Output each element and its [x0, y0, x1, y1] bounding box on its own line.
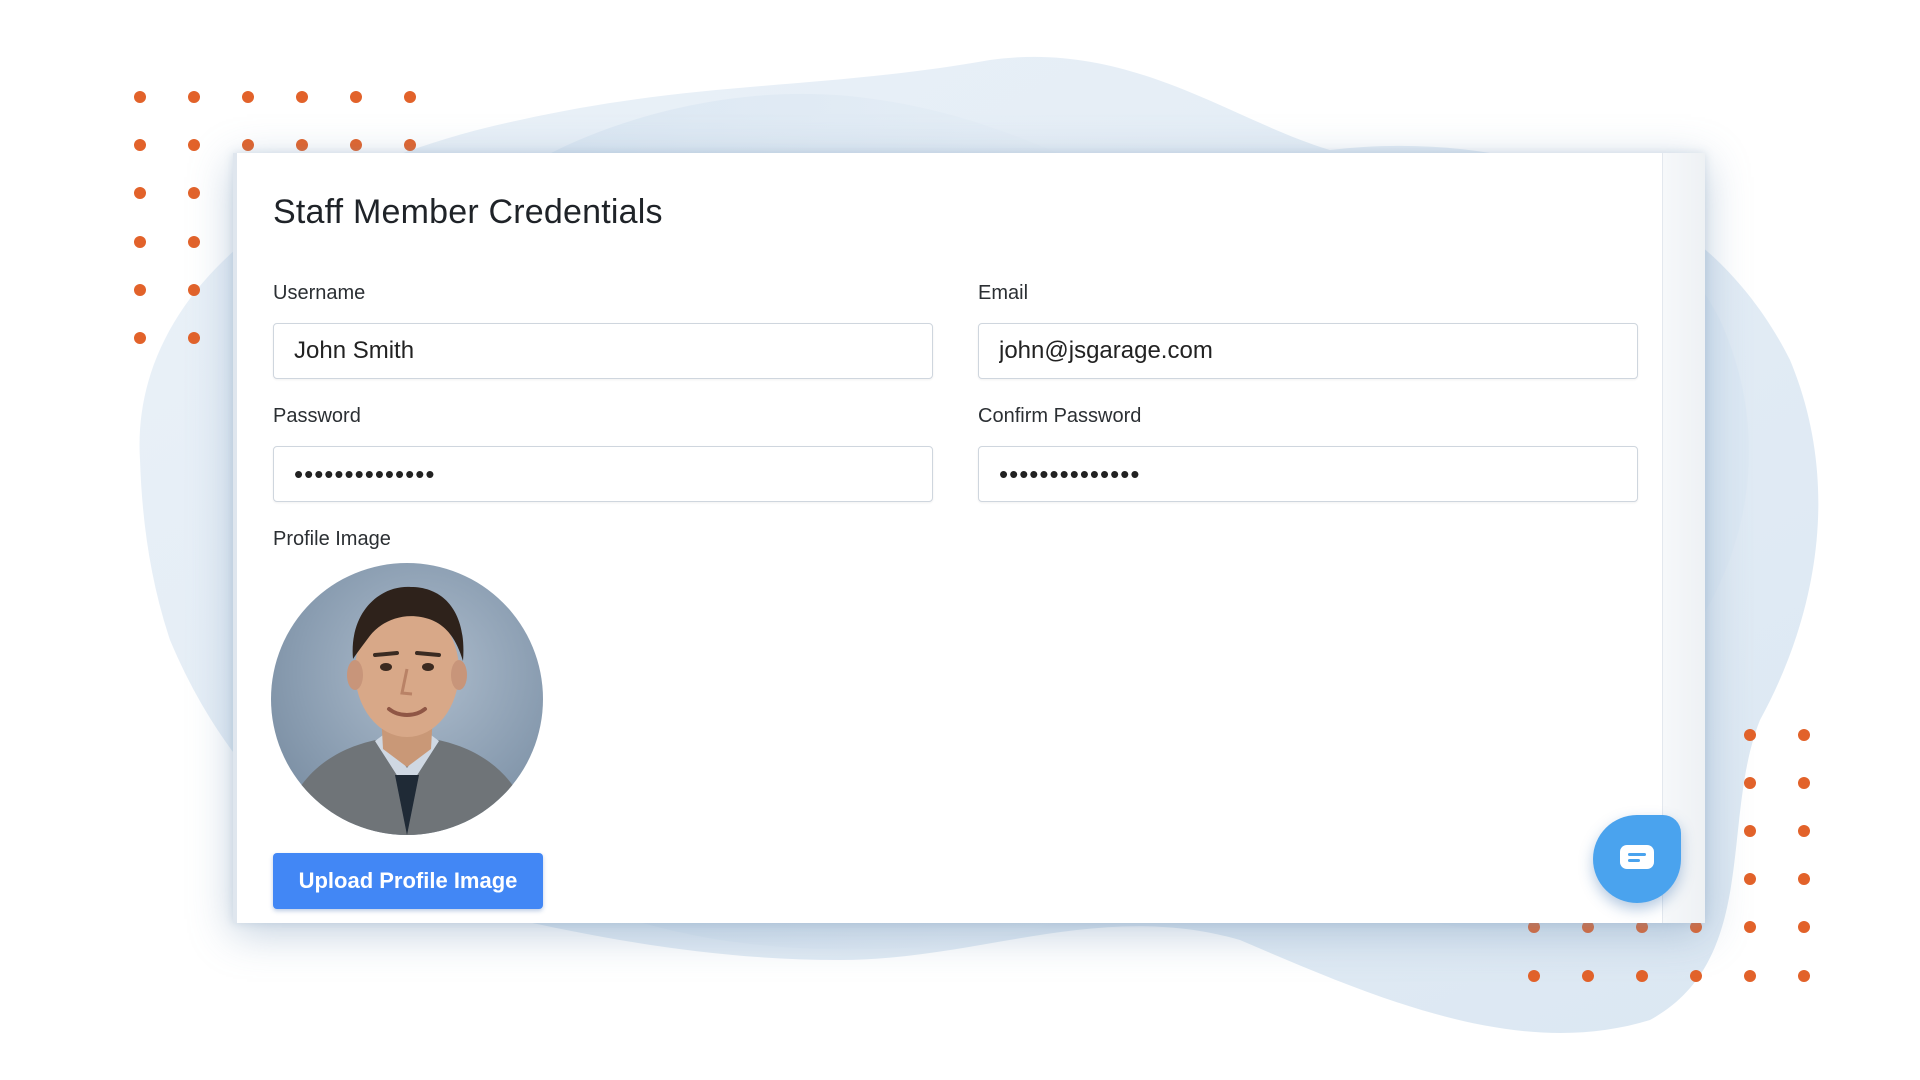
profile-photo-icon	[281, 586, 533, 835]
username-input[interactable]	[273, 323, 933, 379]
chat-icon	[1620, 845, 1654, 869]
password-label: Password	[273, 405, 361, 427]
credentials-card: Staff Member Credentials Username Email …	[233, 153, 1705, 923]
avatar	[271, 563, 543, 835]
page-title: Staff Member Credentials	[273, 193, 663, 231]
upload-profile-image-button[interactable]: Upload Profile Image	[273, 853, 543, 909]
card-scrollbar-track[interactable]	[1662, 153, 1705, 923]
chat-button[interactable]	[1593, 815, 1681, 903]
confirm-password-input[interactable]	[978, 446, 1638, 502]
email-label: Email	[978, 282, 1029, 304]
page-canvas: Staff Member Credentials Username Email …	[0, 0, 1920, 1080]
confirm-password-label: Confirm Password	[978, 405, 1142, 427]
username-label: Username	[273, 282, 366, 304]
profile-image-label: Profile Image	[273, 528, 391, 550]
password-input[interactable]	[273, 446, 933, 502]
email-input[interactable]	[978, 323, 1638, 379]
